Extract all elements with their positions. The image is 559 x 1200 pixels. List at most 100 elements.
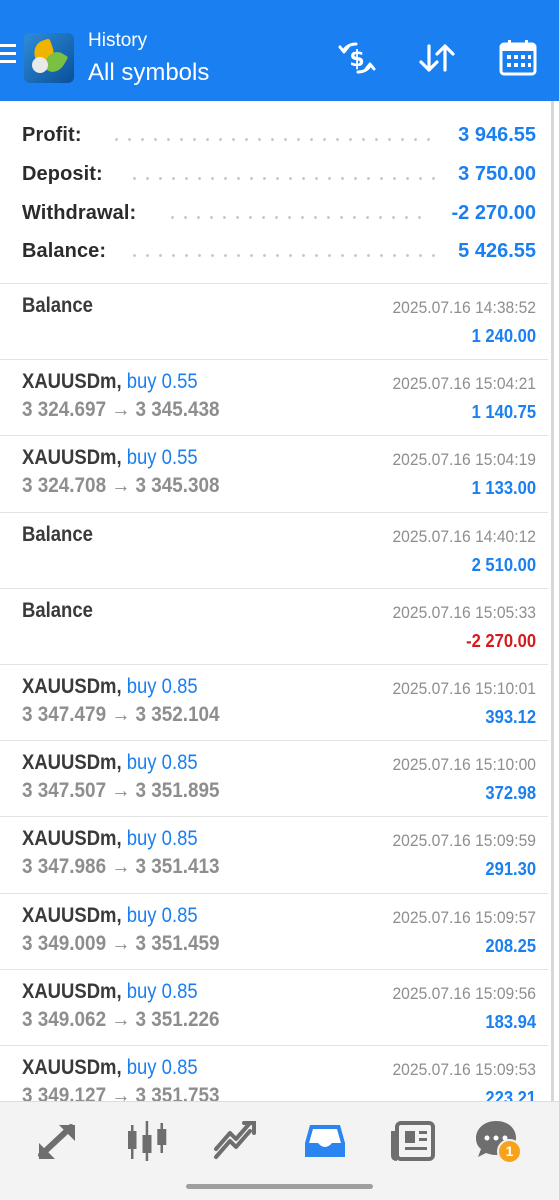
entry-title: XAUUSDm, buy 0.85 (22, 904, 198, 928)
summary-value: 5 426.55 (458, 240, 536, 263)
history-entry[interactable]: XAUUSDm, buy 0.85 3 349.009 → 3 351.459 20… (0, 892, 548, 969)
summary-label: Withdrawal: (22, 201, 137, 224)
entry-title: Balance (22, 523, 93, 547)
history-icon[interactable] (300, 1119, 350, 1163)
entry-amount: 1 140.75 (471, 402, 536, 423)
entry-action: buy 0.85 (126, 903, 198, 927)
entry-symbol: XAUUSDm, (22, 370, 122, 394)
entry-symbol: XAUUSDm, (22, 675, 122, 698)
entry-datetime: 2025.07.16 14:40:12 (392, 526, 536, 546)
history-entry[interactable]: Balance 2025.07.16 14:40:12 2 510.00 (0, 511, 548, 588)
symbol-filter-label[interactable]: All symbols (88, 58, 209, 88)
entry-symbol: XAUUSDm, (22, 979, 122, 1003)
history-summary: Profit: 3 946.55 Deposit: 3 750.00 Withd… (0, 101, 548, 269)
history-entry[interactable]: Balance 2025.07.16 14:38:52 1 240.00 (0, 283, 548, 359)
sort-icon[interactable] (416, 38, 458, 78)
entry-symbol: Balance (22, 294, 93, 317)
trade-icon[interactable] (210, 1119, 260, 1163)
history-entry[interactable]: XAUUSDm, buy 0.85 3 349.062 → 3 351.226 20… (0, 968, 548, 1045)
summary-label: Profit: (22, 124, 82, 146)
entry-prices: 3 324.708 → 3 345.308 (22, 474, 220, 498)
dot-leader (110, 138, 436, 141)
summary-row-profit: Profit: 3 946.55 (0, 114, 548, 153)
chat-badge: 1 (497, 1139, 522, 1164)
summary-value: -2 270.00 (451, 201, 536, 224)
summary-label: Balance: (22, 240, 107, 263)
dot-leader (128, 176, 438, 180)
entry-prices: 3 324.697 → 3 345.438 (22, 398, 220, 422)
entry-symbol: XAUUSDm, (22, 1056, 122, 1079)
summary-row-withdrawal: Withdrawal: -2 270.00 (0, 192, 548, 231)
dot-leader (128, 254, 438, 258)
entry-action: buy 0.85 (126, 827, 198, 851)
summary-label: Deposit: (22, 162, 103, 185)
history-entry[interactable]: XAUUSDm, buy 0.55 3 324.708 → 3 345.308 20… (0, 435, 548, 511)
entry-datetime: 2025.07.16 15:09:59 (392, 831, 536, 851)
entry-symbol: Balance (22, 598, 93, 622)
history-entry[interactable]: XAUUSDm, buy 0.85 3 347.479 → 3 352.104 20… (0, 664, 548, 740)
entry-amount: 183.94 (485, 1011, 536, 1032)
entry-action: buy 0.85 (126, 979, 198, 1003)
entry-datetime: 2025.07.16 15:09:57 (392, 907, 536, 927)
entry-symbol: Balance (22, 522, 93, 546)
entry-amount: 1 240.00 (471, 326, 536, 346)
news-icon[interactable] (389, 1119, 439, 1163)
entry-prices: 3 349.009 → 3 351.459 (22, 931, 220, 955)
history-entry[interactable]: XAUUSDm, buy 0.85 3 347.986 → 3 351.413 20… (0, 816, 548, 892)
entry-action: buy 0.55 (126, 370, 198, 394)
entry-amount: 1 133.00 (471, 478, 536, 499)
dollar-swap-icon[interactable]: $ (336, 38, 378, 78)
app-logo (24, 33, 74, 83)
summary-value: 3 946.55 (458, 124, 536, 146)
entry-amount: 372.98 (485, 783, 536, 804)
summary-value: 3 750.00 (458, 162, 536, 185)
history-entry[interactable]: Balance 2025.07.16 15:05:33 -2 270.00 (0, 587, 548, 664)
entry-action: buy 0.85 (126, 675, 198, 698)
entry-datetime: 2025.07.16 15:04:21 (392, 374, 536, 394)
entry-action: buy 0.85 (126, 751, 198, 775)
entry-datetime: 2025.07.16 15:09:56 (392, 983, 536, 1003)
chat-nav-item[interactable]: 1 (474, 1119, 526, 1164)
entry-title: Balance (22, 599, 93, 623)
entry-prices: 3 347.507 → 3 351.895 (22, 779, 220, 803)
entry-action: buy 0.85 (126, 1056, 198, 1079)
entry-title: XAUUSDm, buy 0.55 (22, 370, 198, 394)
entry-prices: 3 347.986 → 3 351.413 (22, 855, 220, 879)
entry-datetime: 2025.07.16 15:04:19 (392, 450, 536, 470)
entry-symbol: XAUUSDm, (22, 903, 122, 927)
scrollbar[interactable] (551, 101, 554, 1101)
svg-text:$: $ (349, 47, 364, 72)
entry-datetime: 2025.07.16 15:05:33 (392, 602, 536, 622)
dot-leader (166, 215, 428, 219)
entry-prices: 3 349.062 → 3 351.226 (22, 1007, 220, 1031)
entry-amount: 393.12 (485, 707, 536, 727)
home-indicator[interactable] (186, 1184, 373, 1189)
history-entry[interactable]: XAUUSDm, buy 0.85 3 347.507 → 3 351.895 20… (0, 740, 548, 816)
summary-row-deposit: Deposit: 3 750.00 (0, 153, 548, 192)
entry-title: XAUUSDm, buy 0.85 (22, 751, 198, 775)
entry-amount: -2 270.00 (466, 630, 536, 651)
entry-title: XAUUSDm, buy 0.85 (22, 1056, 198, 1080)
chart-icon[interactable] (122, 1119, 172, 1163)
entry-datetime: 2025.07.16 14:38:52 (392, 298, 536, 317)
entry-amount: 2 510.00 (471, 554, 536, 575)
page-title: History (88, 30, 148, 51)
entry-datetime: 2025.07.16 15:09:53 (392, 1060, 536, 1079)
entry-title: XAUUSDm, buy 0.85 (22, 675, 198, 699)
menu-icon[interactable] (0, 44, 16, 66)
entry-datetime: 2025.07.16 15:10:00 (392, 755, 536, 775)
app-header: History All symbols $ (0, 0, 559, 101)
entry-title: Balance (22, 294, 93, 318)
entry-datetime: 2025.07.16 15:10:01 (392, 679, 536, 698)
entry-prices: 3 347.479 → 3 352.104 (22, 703, 220, 726)
calendar-icon[interactable] (497, 38, 539, 78)
history-entry[interactable]: XAUUSDm, buy 0.55 3 324.697 → 3 345.438 20… (0, 359, 548, 435)
quotes-icon[interactable] (33, 1119, 83, 1163)
entry-amount: 208.25 (485, 935, 536, 956)
entry-symbol: XAUUSDm, (22, 446, 122, 470)
entry-symbol: XAUUSDm, (22, 751, 122, 775)
entry-symbol: XAUUSDm, (22, 827, 122, 851)
entry-title: XAUUSDm, buy 0.55 (22, 446, 198, 470)
entry-amount: 291.30 (485, 859, 536, 880)
summary-row-balance: Balance: 5 426.55 (0, 230, 548, 269)
